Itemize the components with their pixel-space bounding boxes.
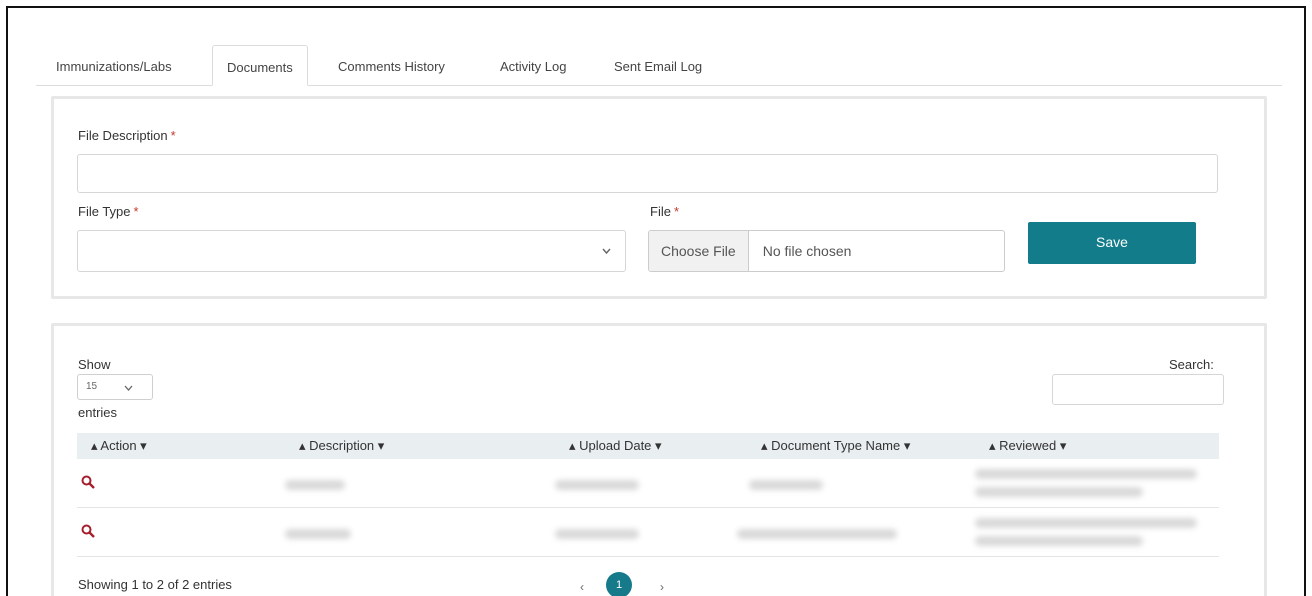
tab-documents[interactable]: Documents bbox=[212, 45, 308, 86]
table-row bbox=[77, 459, 1219, 508]
page-size-select[interactable]: 15 bbox=[77, 374, 153, 400]
search-label: Search: bbox=[1169, 357, 1214, 372]
file-description-input[interactable] bbox=[77, 154, 1218, 193]
file-type-select[interactable] bbox=[77, 230, 626, 272]
show-label: Show bbox=[78, 357, 111, 372]
column-header-description[interactable]: ▴ Description ▾ bbox=[299, 433, 384, 459]
file-label: File * bbox=[650, 204, 680, 219]
redacted-reviewed bbox=[975, 518, 1197, 528]
entries-label: entries bbox=[78, 405, 118, 420]
file-input[interactable]: Choose File No file chosen bbox=[648, 230, 1005, 272]
tab-immunizations-labs[interactable]: Immunizations/Labs bbox=[56, 45, 172, 86]
file-type-label: File Type * bbox=[78, 204, 139, 219]
redacted-document-type bbox=[749, 480, 823, 490]
search-input[interactable] bbox=[1052, 374, 1224, 405]
redacted-reviewed bbox=[975, 469, 1197, 479]
redacted-document-type bbox=[737, 529, 897, 539]
column-header-reviewed[interactable]: ▴ Reviewed ▾ bbox=[989, 433, 1066, 459]
tab-sent-email-log[interactable]: Sent Email Log bbox=[614, 45, 702, 86]
chevron-down-icon bbox=[602, 248, 611, 255]
table-header: ▴ Action ▾ ▴ Description ▾ ▴ Upload Date… bbox=[77, 433, 1219, 459]
tab-activity-log[interactable]: Activity Log bbox=[500, 45, 566, 86]
next-page-button[interactable]: › bbox=[660, 580, 664, 594]
redacted-description bbox=[285, 529, 351, 539]
table-row bbox=[77, 508, 1219, 557]
redacted-description bbox=[285, 480, 345, 490]
choose-file-button[interactable]: Choose File bbox=[649, 231, 749, 271]
redacted-reviewed bbox=[975, 487, 1143, 497]
page-1-button[interactable]: 1 bbox=[606, 572, 632, 596]
tab-comments-history[interactable]: Comments History bbox=[338, 45, 445, 86]
chevron-down-icon bbox=[124, 385, 133, 391]
column-header-document-type-name[interactable]: ▴ Document Type Name ▾ bbox=[761, 433, 910, 459]
redacted-upload-date bbox=[555, 480, 639, 490]
search-icon[interactable] bbox=[81, 524, 95, 538]
save-button[interactable]: Save bbox=[1028, 222, 1196, 264]
previous-page-button[interactable]: ‹ bbox=[580, 580, 584, 594]
redacted-upload-date bbox=[555, 529, 639, 539]
tab-bar: Immunizations/Labs Documents Comments Hi… bbox=[36, 44, 1282, 86]
column-header-action[interactable]: ▴ Action ▾ bbox=[91, 433, 147, 459]
file-description-label: File Description * bbox=[78, 128, 176, 143]
table-info: Showing 1 to 2 of 2 entries bbox=[78, 577, 232, 592]
redacted-reviewed bbox=[975, 536, 1143, 546]
page-size-value: 15 bbox=[86, 381, 98, 392]
file-status-text: No file chosen bbox=[762, 243, 852, 259]
search-icon[interactable] bbox=[81, 475, 95, 489]
column-header-upload-date[interactable]: ▴ Upload Date ▾ bbox=[569, 433, 662, 459]
